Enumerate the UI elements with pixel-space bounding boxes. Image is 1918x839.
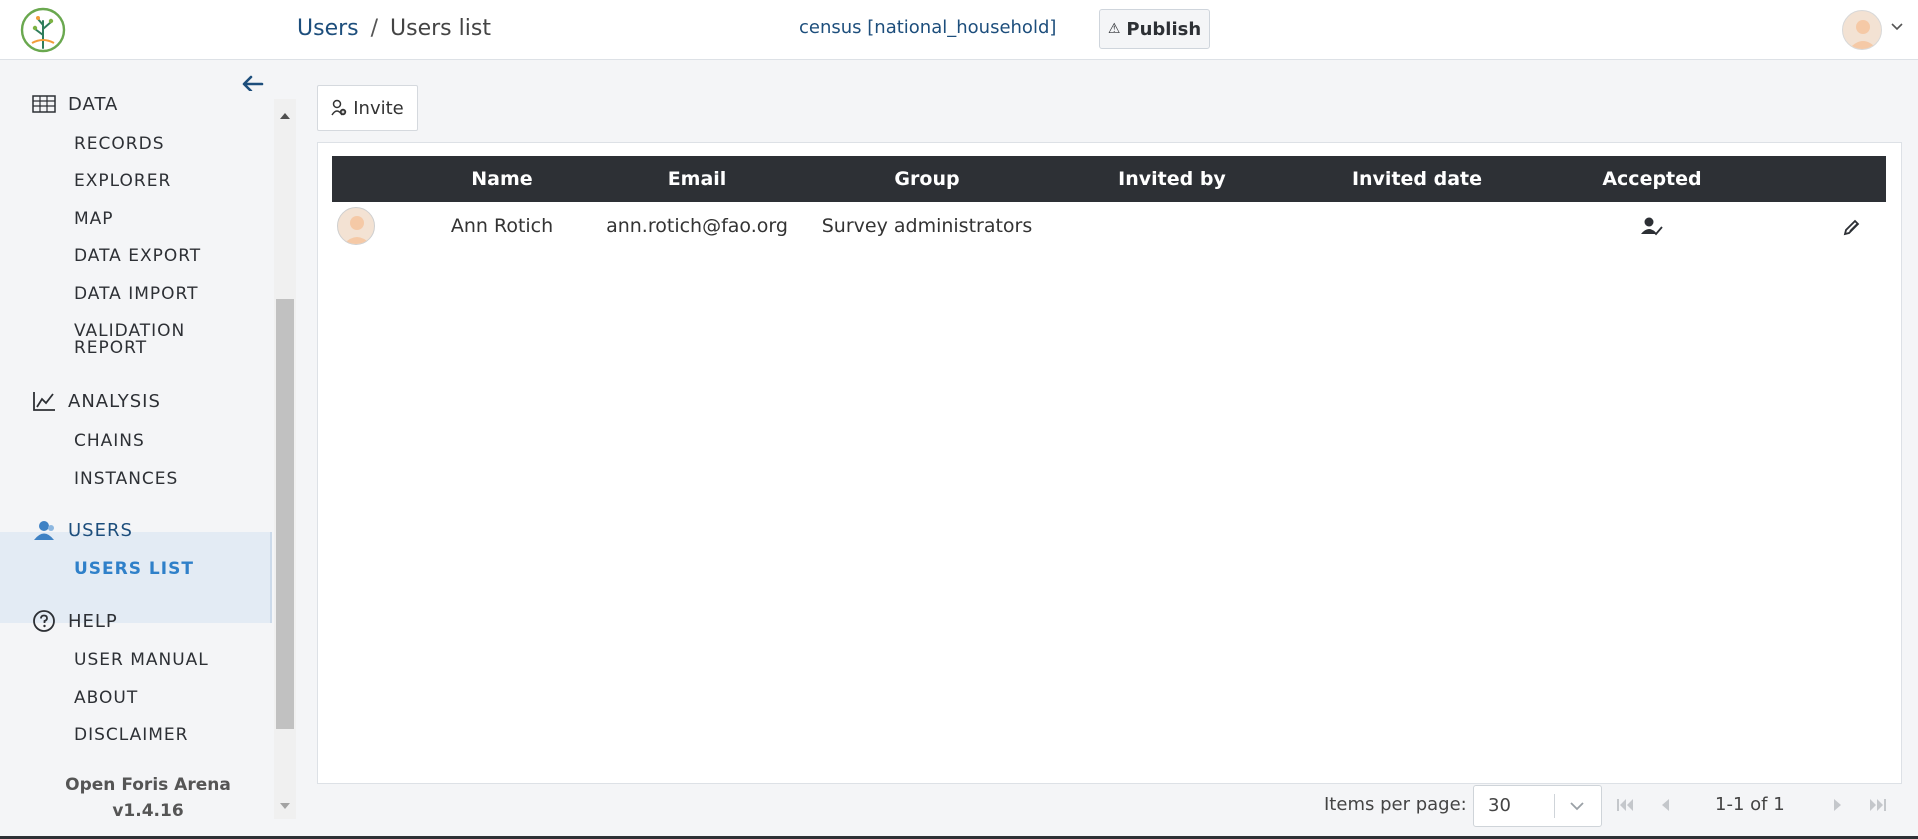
sidebar-item-data-export[interactable]: DATA EXPORT <box>74 248 201 265</box>
breadcrumb-separator: / <box>370 16 379 41</box>
help-circle-icon <box>30 610 58 632</box>
column-header-invited-by[interactable]: Invited by <box>1062 156 1282 202</box>
breadcrumb-users-link[interactable]: Users <box>297 16 359 41</box>
edit-user-button[interactable] <box>1832 202 1872 250</box>
sidebar-item-instances[interactable]: INSTANCES <box>74 471 178 488</box>
table-row[interactable]: Ann Rotich ann.rotich@fao.org Survey adm… <box>332 202 1886 250</box>
sidebar-item-explorer[interactable]: EXPLORER <box>74 173 171 190</box>
publish-button[interactable]: ⚠ Publish <box>1099 9 1210 49</box>
user-check-icon <box>1641 217 1663 235</box>
table-grid-icon <box>30 93 58 115</box>
invite-user-icon <box>331 99 347 116</box>
breadcrumb: Users / Users list <box>297 16 491 41</box>
column-header-name[interactable]: Name <box>427 156 577 202</box>
edit-pencil-icon <box>1843 219 1860 235</box>
items-per-page-select[interactable]: 30 <box>1473 785 1602 827</box>
warning-icon: ⚠ <box>1107 21 1121 37</box>
users-icon <box>30 519 58 541</box>
table-header: Name Email Group Invited by Invited date… <box>332 156 1886 202</box>
cell-name: Ann Rotich <box>450 215 554 237</box>
sidebar-item-chains[interactable]: CHAINS <box>74 433 145 450</box>
cell-email: ann.rotich@fao.org <box>606 215 788 237</box>
sidebar-item-disclaimer[interactable]: DISCLAIMER <box>74 727 189 744</box>
column-header-invited-date[interactable]: Invited date <box>1307 156 1527 202</box>
module-data[interactable]: DATA <box>0 93 118 115</box>
breadcrumb-current: Users list <box>390 16 491 41</box>
module-users-label: USERS <box>68 519 133 541</box>
user-avatar-icon <box>343 216 371 244</box>
app-name: Open Foris Arena <box>65 775 231 795</box>
cell-group: Survey administrators <box>821 215 1033 237</box>
cell-accepted <box>1552 202 1752 250</box>
column-header-accepted[interactable]: Accepted <box>1552 156 1752 202</box>
chevron-down-icon[interactable] <box>1568 798 1586 814</box>
publish-label: Publish <box>1126 18 1202 40</box>
survey-name[interactable]: census [national_household] <box>799 17 1056 38</box>
user-avatar[interactable] <box>1842 10 1882 50</box>
sidebar-modules: DATA RECORDS EXPLORER MAP DATA EXPORT DA… <box>0 91 272 819</box>
items-per-page-value: 30 <box>1488 795 1511 816</box>
sidebar-item-validation-report[interactable]: VALIDATION REPORT <box>74 323 185 357</box>
module-data-label: DATA <box>68 93 119 115</box>
user-avatar <box>337 207 375 245</box>
module-users[interactable]: USERS <box>0 519 133 541</box>
app-version: v1.4.16 <box>112 801 184 821</box>
user-avatar-icon <box>1849 20 1877 49</box>
chevron-down-icon[interactable] <box>1890 20 1904 34</box>
last-page-icon[interactable] <box>1867 795 1889 815</box>
module-analysis-label: ANALYSIS <box>68 390 161 412</box>
module-analysis[interactable]: ANALYSIS <box>0 390 161 412</box>
sidebar-scrollbar[interactable] <box>274 99 296 819</box>
invite-button[interactable]: Invite <box>317 85 418 131</box>
sidebar-item-users-list[interactable]: USERS LIST <box>74 561 194 578</box>
top-header: Users / Users list census [national_househ… <box>0 0 1918 60</box>
sidebar-item-data-import[interactable]: DATA IMPORT <box>74 286 198 303</box>
page-range: 1-1 of 1 <box>1715 794 1785 815</box>
module-help[interactable]: HELP <box>0 610 118 632</box>
column-header-group[interactable]: Group <box>817 156 1037 202</box>
invite-label: Invite <box>353 97 404 119</box>
next-page-icon[interactable] <box>1827 795 1849 815</box>
sidebar-item-about[interactable]: ABOUT <box>74 690 138 707</box>
items-per-page-label: Items per page: <box>1324 794 1467 815</box>
openforis-logo[interactable] <box>20 7 66 53</box>
scrollbar-thumb[interactable] <box>276 299 294 729</box>
sidebar: DATA RECORDS EXPLORER MAP DATA EXPORT DA… <box>0 61 296 839</box>
module-help-label: HELP <box>68 610 118 632</box>
sidebar-item-user-manual[interactable]: USER MANUAL <box>74 652 209 669</box>
column-header-email[interactable]: Email <box>602 156 792 202</box>
scroll-up-icon[interactable] <box>280 113 290 119</box>
users-table: Name Email Group Invited by Invited date… <box>317 142 1902 784</box>
sidebar-item-map[interactable]: MAP <box>74 211 114 228</box>
previous-page-icon[interactable] <box>1654 795 1676 815</box>
cell-invited-by <box>1062 202 1282 250</box>
validation-report-line2: REPORT <box>74 338 148 358</box>
sidebar-item-records[interactable]: RECORDS <box>74 136 165 153</box>
first-page-icon[interactable] <box>1614 795 1636 815</box>
select-divider <box>1554 794 1555 818</box>
line-chart-icon <box>30 390 58 412</box>
cell-invited-date <box>1307 202 1527 250</box>
